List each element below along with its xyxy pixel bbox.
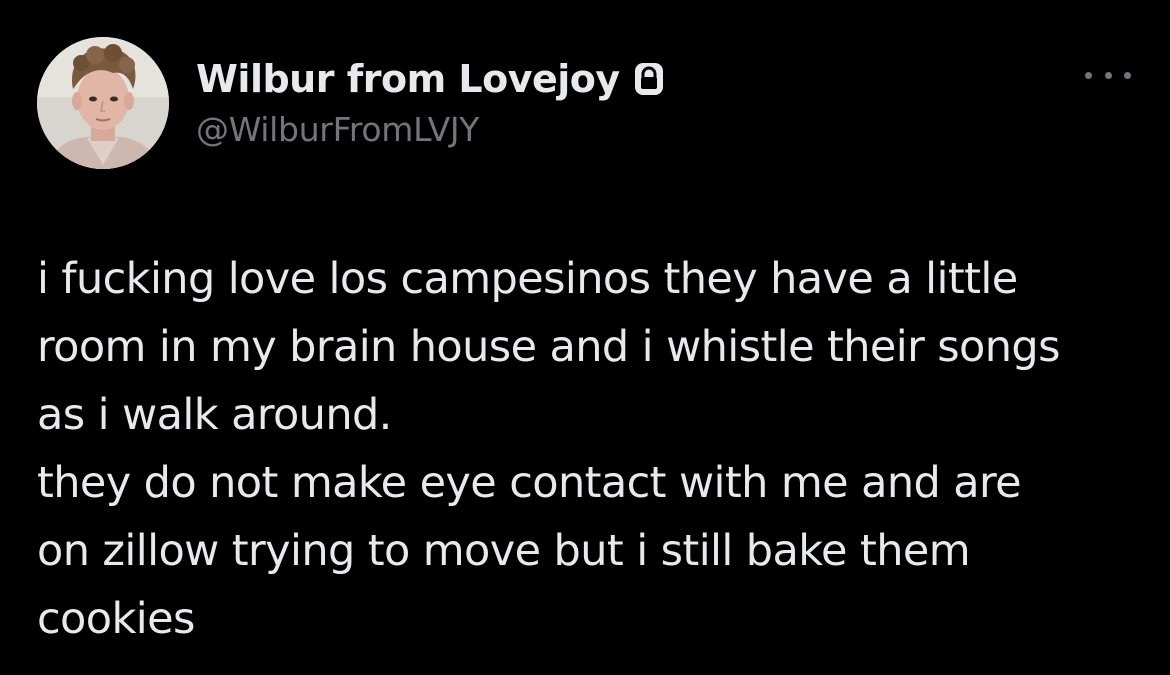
avatar-photo	[37, 37, 169, 169]
author-handle[interactable]: @WilburFromLVJY	[196, 110, 479, 149]
more-dot	[1104, 71, 1112, 79]
tweet-text-line: they do not make eye contact with me and…	[37, 458, 1022, 508]
more-options-icon[interactable]	[1085, 64, 1131, 86]
display-name[interactable]: Wilbur from Lovejoy	[196, 57, 620, 101]
more-dot	[1085, 71, 1092, 79]
tweet-text: i fucking love los campesinos they have …	[37, 245, 1147, 653]
tweet-text-line: as i walk around.	[37, 390, 392, 440]
tweet-text-line: room in my brain house and i whistle the…	[37, 322, 1061, 372]
tweet-text-line: i fucking love los campesinos they have …	[37, 254, 1018, 304]
author-name-row: Wilbur from Lovejoy	[196, 56, 664, 102]
avatar[interactable]	[37, 37, 169, 169]
tweet-text-line: on zillow trying to move but i still bak…	[37, 526, 971, 576]
tweet-text-line: cookies	[37, 594, 195, 644]
tweet-card: Wilbur from Lovejoy @WilburFromLVJY i fu…	[0, 0, 1170, 675]
lock-icon	[634, 62, 664, 96]
more-dot	[1124, 71, 1131, 79]
